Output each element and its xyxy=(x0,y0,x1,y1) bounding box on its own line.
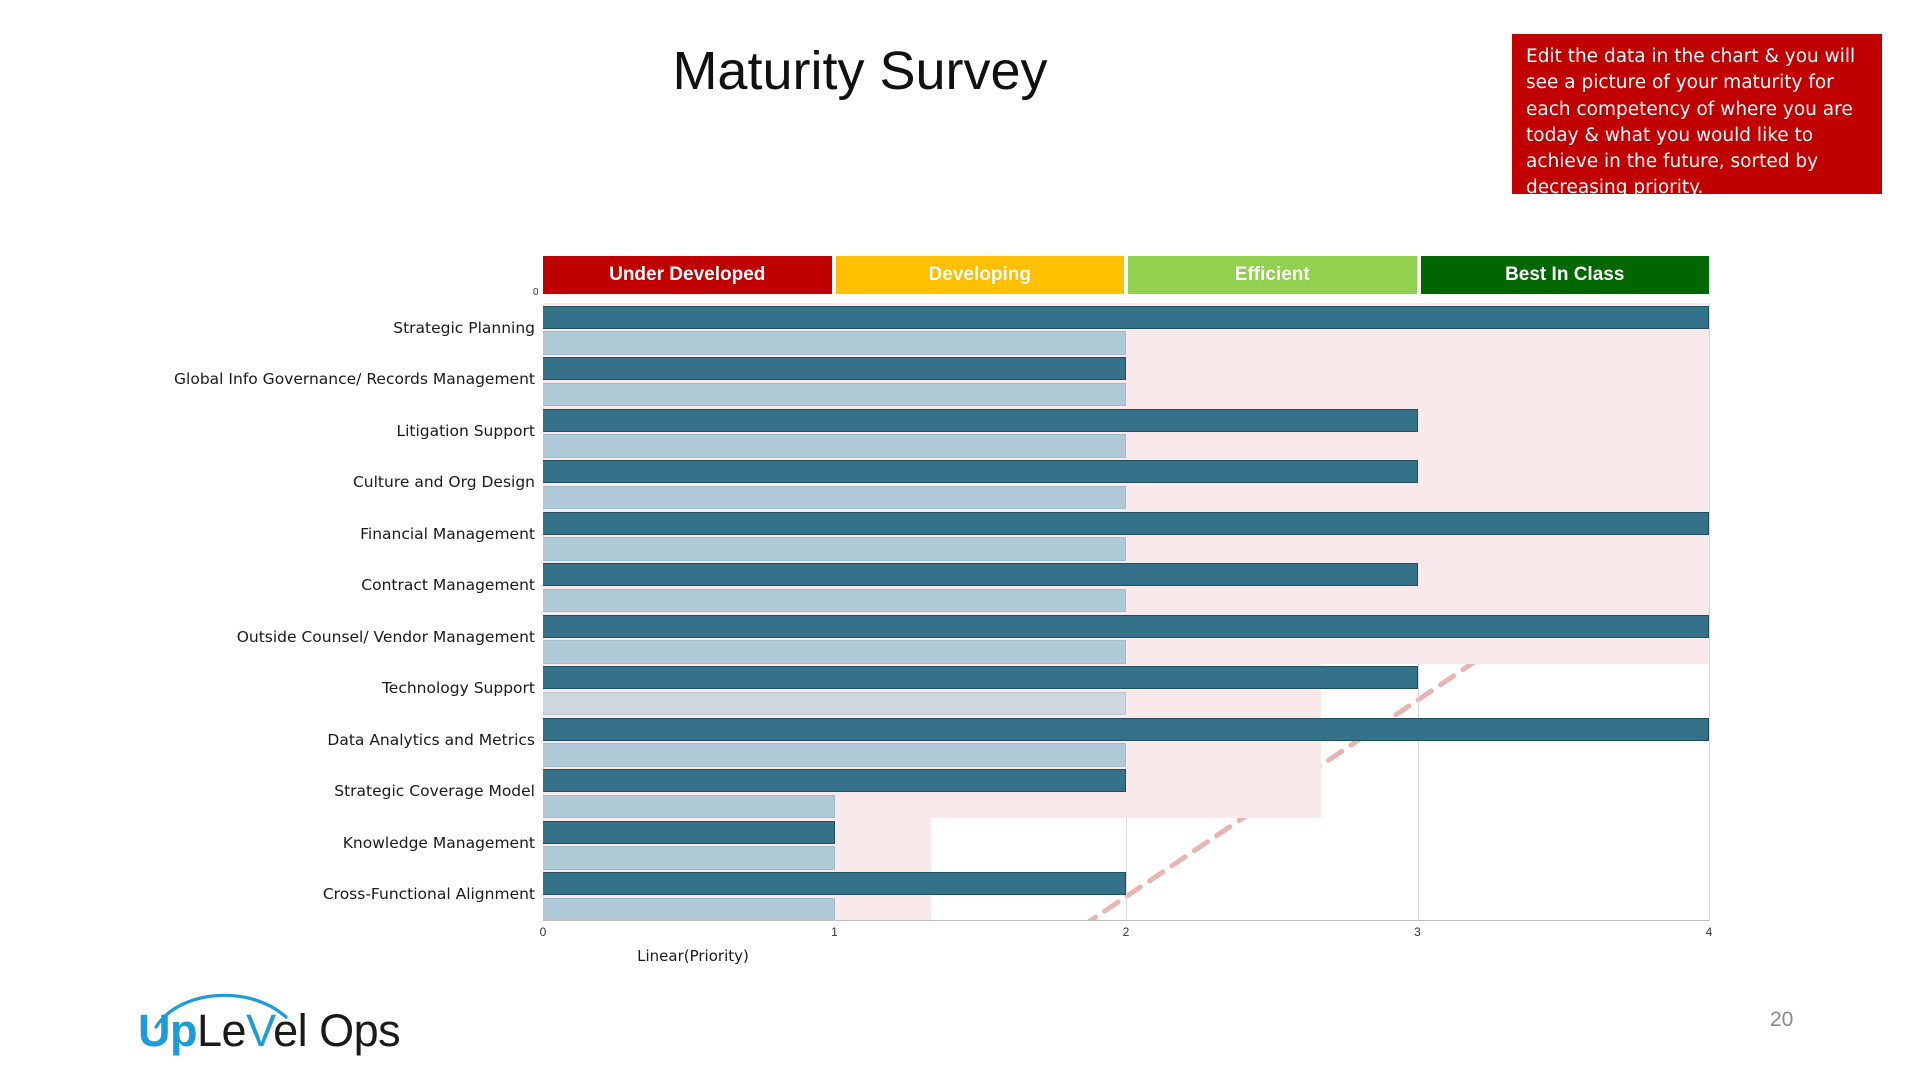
chart-plot-area xyxy=(543,303,1710,921)
chart-row[interactable] xyxy=(543,509,1709,561)
logo-part-up: Up xyxy=(138,1005,198,1056)
future-state-bar[interactable] xyxy=(543,563,1418,587)
axis-zero-top-label: 0 xyxy=(533,287,539,298)
x-tick-3: 3 xyxy=(1414,925,1421,939)
chart-row[interactable] xyxy=(543,715,1709,767)
current-state-bar[interactable] xyxy=(543,640,1126,664)
category-label: Strategic Planning xyxy=(393,318,535,337)
chart-row[interactable] xyxy=(543,869,1709,921)
current-state-bar[interactable] xyxy=(543,846,835,870)
logo-part-le: Le xyxy=(197,1005,247,1056)
current-state-bar[interactable] xyxy=(543,382,1126,406)
page-number: 20 xyxy=(1770,1008,1794,1031)
logo-wordmark: UpLeVel Ops xyxy=(138,1005,401,1057)
uplevel-ops-logo: UpLeVel Ops xyxy=(138,985,468,1065)
current-state-bar[interactable] xyxy=(543,743,1126,767)
category-label: Contract Management xyxy=(361,576,535,595)
gridline-4 xyxy=(1709,303,1710,921)
future-state-bar[interactable] xyxy=(543,408,1418,432)
slide-canvas: Maturity Survey Edit the data in the cha… xyxy=(0,0,1920,1080)
future-state-bar[interactable] xyxy=(543,460,1418,484)
x-tick-4: 4 xyxy=(1705,925,1713,939)
category-label: Financial Management xyxy=(360,524,535,543)
x-tick-2: 2 xyxy=(1122,925,1130,939)
chart-row[interactable] xyxy=(543,560,1709,612)
x-tick-1: 1 xyxy=(831,925,838,939)
future-state-bar[interactable] xyxy=(543,305,1709,329)
future-state-bar[interactable] xyxy=(543,666,1418,690)
chart-row[interactable] xyxy=(543,354,1709,406)
future-state-bar[interactable] xyxy=(543,511,1709,535)
category-label: Knowledge Management xyxy=(342,833,535,852)
category-label: Culture and Org Design xyxy=(352,473,535,492)
future-state-bar[interactable] xyxy=(543,769,1126,793)
x-axis-title: Linear(Priority) xyxy=(637,947,749,965)
category-label: Outside Counsel/ Vendor Management xyxy=(236,627,535,646)
maturity-level-under-developed: Under Developed xyxy=(543,256,832,294)
category-axis-labels: Strategic Planning Global Info Governance… xyxy=(120,303,535,921)
current-state-bar[interactable] xyxy=(543,691,1126,715)
future-state-bar[interactable] xyxy=(543,872,1126,896)
category-label: Global Info Governance/ Records Manageme… xyxy=(174,370,535,389)
chart-row[interactable] xyxy=(543,663,1709,715)
chart-row[interactable] xyxy=(543,457,1709,509)
maturity-level-efficient: Efficient xyxy=(1128,256,1417,294)
chart-row[interactable] xyxy=(543,303,1709,355)
x-tick-0: 0 xyxy=(539,925,547,939)
current-state-bar[interactable] xyxy=(543,588,1126,612)
maturity-level-best-in-class: Best In Class xyxy=(1420,256,1709,294)
category-label: Cross-Functional Alignment xyxy=(322,885,535,904)
chart-row[interactable] xyxy=(543,406,1709,458)
current-state-bar[interactable] xyxy=(543,897,835,921)
current-state-bar[interactable] xyxy=(543,794,835,818)
logo-part-elops: el Ops xyxy=(273,1005,401,1056)
future-state-bar[interactable] xyxy=(543,614,1709,638)
current-state-bar[interactable] xyxy=(543,331,1126,355)
current-state-bar[interactable] xyxy=(543,485,1126,509)
maturity-chart: Under Developed Developing Efficient Best I… xyxy=(0,0,1920,1000)
current-state-bar[interactable] xyxy=(543,434,1126,458)
chart-row[interactable] xyxy=(543,612,1709,664)
current-state-bar[interactable] xyxy=(543,537,1126,561)
maturity-level-header: Under Developed Developing Efficient Best I… xyxy=(543,256,1709,294)
future-state-bar[interactable] xyxy=(543,357,1126,381)
category-label: Technology Support xyxy=(381,679,535,698)
chart-row[interactable] xyxy=(543,766,1709,818)
maturity-level-developing: Developing xyxy=(835,256,1124,294)
category-label: Litigation Support xyxy=(396,421,535,440)
chart-row[interactable] xyxy=(543,818,1709,870)
category-label: Strategic Coverage Model xyxy=(334,782,535,801)
future-state-bar[interactable] xyxy=(543,717,1709,741)
logo-part-v: V xyxy=(246,1005,274,1056)
future-state-bar[interactable] xyxy=(543,820,835,844)
category-label: Data Analytics and Metrics xyxy=(327,730,535,749)
